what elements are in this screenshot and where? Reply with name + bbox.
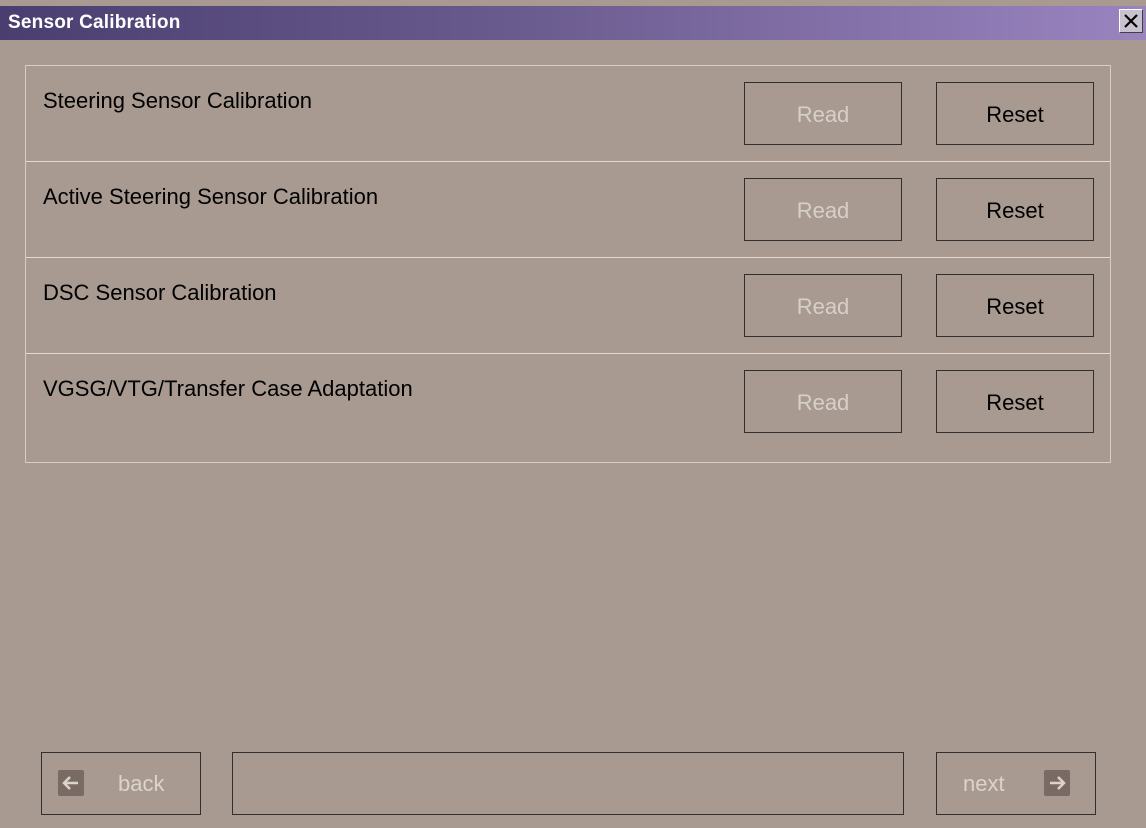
arrow-right-icon <box>1044 770 1070 796</box>
close-icon <box>1124 14 1138 28</box>
row-label: VGSG/VTG/Transfer Case Adaptation <box>43 376 413 401</box>
reset-button[interactable]: Reset <box>936 82 1094 145</box>
read-button[interactable]: Read <box>744 82 902 145</box>
calibration-row-dsc: DSC Sensor Calibration Read Reset <box>26 258 1110 354</box>
back-label: back <box>118 771 165 796</box>
reset-button[interactable]: Reset <box>936 274 1094 337</box>
read-button[interactable]: Read <box>744 274 902 337</box>
sensor-calibration-window: Sensor Calibration Steering Sensor Calib… <box>0 0 1146 828</box>
back-button[interactable]: back <box>41 752 201 815</box>
row-label: DSC Sensor Calibration <box>43 280 277 305</box>
next-label: next <box>963 771 1005 796</box>
calibration-panel: Steering Sensor Calibration Read Reset A… <box>25 65 1111 463</box>
row-label: Active Steering Sensor Calibration <box>43 184 379 209</box>
window-title: Sensor Calibration <box>8 12 181 33</box>
arrow-left-icon <box>58 770 84 796</box>
title-bar: Sensor Calibration <box>0 6 1146 40</box>
status-field <box>232 752 904 815</box>
reset-button[interactable]: Reset <box>936 370 1094 433</box>
calibration-row-steering: Steering Sensor Calibration Read Reset <box>26 66 1110 162</box>
row-label: Steering Sensor Calibration <box>43 88 313 113</box>
next-button[interactable]: next <box>936 752 1096 815</box>
read-button[interactable]: Read <box>744 178 902 241</box>
calibration-row-active-steering: Active Steering Sensor Calibration Read … <box>26 162 1110 258</box>
close-button[interactable] <box>1119 9 1143 33</box>
reset-button[interactable]: Reset <box>936 178 1094 241</box>
read-button[interactable]: Read <box>744 370 902 433</box>
calibration-row-vgsg: VGSG/VTG/Transfer Case Adaptation Read R… <box>26 354 1110 450</box>
